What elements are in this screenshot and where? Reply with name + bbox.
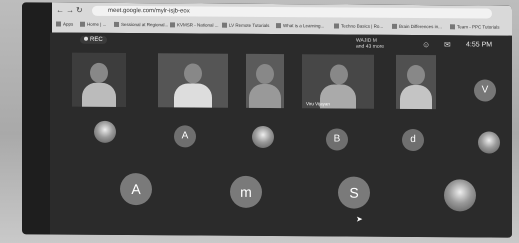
participant-name-label: Viru Vijayan — [306, 101, 330, 107]
bookmark-icon — [170, 22, 175, 28]
bookmark-icon — [276, 23, 281, 29]
bookmark-item[interactable]: Sessional at Regional... — [114, 21, 168, 29]
participant-head — [256, 63, 274, 85]
bookmark-icon — [392, 24, 397, 30]
mouse-cursor-icon: ➤ — [356, 214, 363, 224]
participant-avatar[interactable] — [94, 120, 116, 143]
bookmark-label: Home | ... — [87, 21, 107, 27]
participant-count: and 43 more — [356, 43, 385, 50]
chat-icon[interactable]: ✉ — [444, 40, 451, 49]
bookmark-label: What is a Learning... — [283, 23, 325, 29]
video-tile[interactable]: Viru Vijayan — [302, 54, 374, 109]
video-tile[interactable] — [158, 53, 228, 108]
back-icon[interactable]: ← — [56, 6, 64, 16]
browser-url-row: ← → ↻ meet.google.com/mylr-isjb-eox — [52, 4, 512, 19]
participant-body — [249, 83, 281, 109]
monitor-screen: ← → ↻ meet.google.com/mylr-isjb-eox Apps… — [22, 2, 512, 238]
bookmark-item[interactable]: Team - PPC Tutorials — [450, 23, 500, 31]
participant-avatar[interactable] — [252, 125, 274, 149]
recording-badge: REC — [80, 35, 107, 44]
bookmark-item[interactable]: LV Remote Tutorials — [222, 22, 269, 30]
bookmark-label: Brain Differences in... — [399, 23, 442, 30]
participant-avatar[interactable]: d — [402, 128, 424, 152]
participant-head — [90, 62, 108, 83]
reload-icon[interactable]: ↻ — [76, 6, 83, 16]
bookmark-item[interactable]: KVMSR - National ... — [170, 21, 219, 29]
video-tile[interactable] — [72, 52, 126, 108]
bookmark-label: KVMSR - National ... — [177, 22, 219, 28]
bookmark-item[interactable]: Apps — [56, 21, 73, 29]
meet-video-grid: REC WAJID M and 43 more ☺ ✉ 4:55 PM Viru… — [50, 32, 512, 238]
participant-body — [400, 84, 432, 110]
participant-avatar[interactable] — [444, 179, 476, 212]
participant-avatar[interactable]: S — [338, 176, 370, 209]
bookmark-icon — [450, 24, 455, 30]
bookmark-item[interactable]: What is a Learning... — [276, 22, 324, 30]
participant-body — [174, 83, 212, 108]
participants-summary: WAJID M and 43 more — [356, 38, 384, 50]
video-tile[interactable] — [246, 53, 284, 109]
apps-icon — [56, 21, 61, 27]
participant-avatar[interactable]: A — [174, 125, 196, 148]
bookmark-icon — [80, 22, 85, 28]
bookmark-label: Apps — [63, 21, 74, 27]
clock-time: 4:55 PM — [466, 41, 493, 49]
participant-avatar[interactable]: A — [120, 172, 152, 206]
bookmark-item[interactable]: Home | ... — [80, 21, 106, 29]
participant-avatar[interactable]: m — [230, 175, 262, 208]
bookmark-icon — [114, 22, 119, 28]
participant-head — [407, 64, 425, 86]
address-bar[interactable]: meet.google.com/mylr-isjb-eox — [92, 5, 492, 19]
participant-avatar[interactable]: V — [474, 79, 496, 102]
bookmark-label: LV Remote Tutorials — [229, 22, 270, 29]
participant-avatar[interactable] — [478, 131, 500, 154]
bookmark-item[interactable]: Techno Basics | Ro... — [334, 22, 383, 30]
bookmark-icon — [222, 22, 227, 29]
bookmark-label: Team - PPC Tutorials — [457, 24, 500, 30]
people-icon[interactable]: ☺ — [422, 40, 430, 49]
recording-label: REC — [90, 36, 103, 43]
forward-icon[interactable]: → — [66, 6, 74, 16]
bookmark-label: Techno Basics | Ro... — [341, 23, 384, 29]
record-dot-icon — [84, 36, 88, 41]
browser-chrome: ← → ↻ meet.google.com/mylr-isjb-eox Apps… — [52, 2, 512, 36]
participant-avatar[interactable]: B — [326, 128, 348, 151]
bookmarks-bar: Apps Home | ... Sessional at Regional...… — [52, 18, 512, 33]
bookmark-icon — [334, 23, 339, 29]
video-tile[interactable] — [396, 54, 436, 110]
bookmark-label: Sessional at Regional... — [121, 21, 169, 28]
participant-body — [82, 82, 116, 108]
participant-head — [330, 64, 348, 85]
participant-head — [184, 63, 202, 84]
bookmark-item[interactable]: Brain Differences in... — [392, 23, 442, 31]
